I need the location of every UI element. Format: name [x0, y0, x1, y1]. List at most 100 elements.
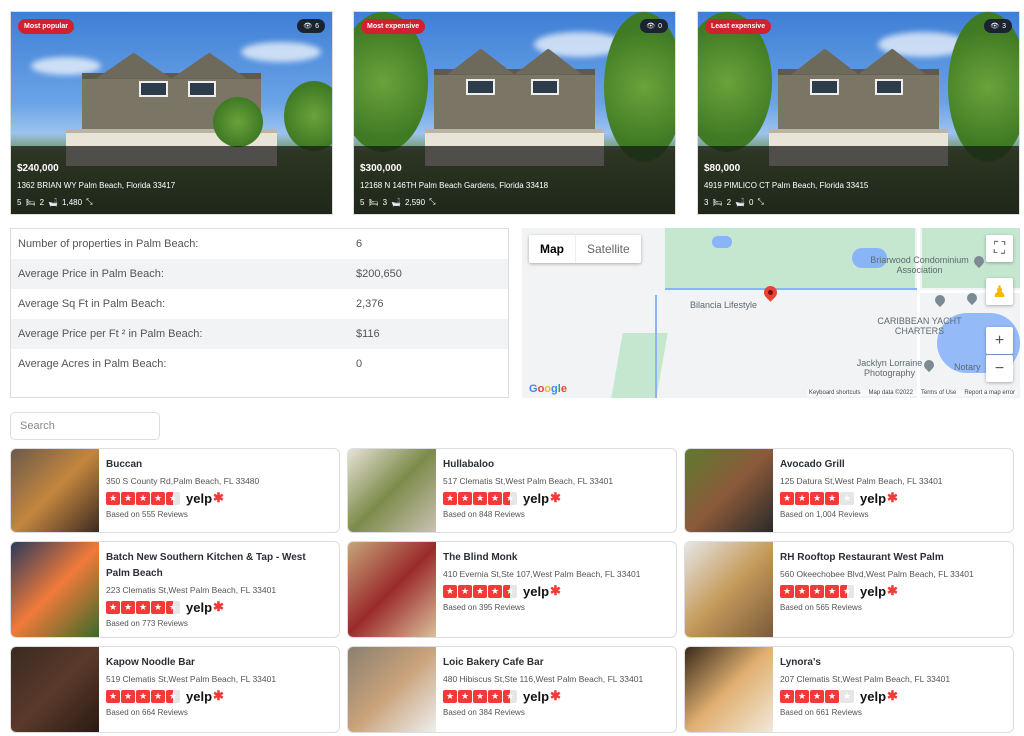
restaurant-name[interactable]: Kapow Noodle Bar	[106, 655, 276, 671]
restaurant-card[interactable]: Kapow Noodle Bar 519 Clematis St,West Pa…	[10, 646, 340, 733]
star-icon: ★	[780, 584, 794, 598]
yelp-logo[interactable]: yelp ✱	[860, 490, 898, 506]
yelp-logo[interactable]: yelp ✱	[523, 688, 561, 704]
bed-icon: 🛏	[712, 197, 723, 207]
area-icon: ⤡	[757, 197, 764, 206]
star-icon: ★	[151, 689, 165, 703]
terms-link[interactable]: Terms of Use	[921, 390, 956, 396]
google-logo: Google	[529, 383, 567, 395]
star-icon: ★	[443, 689, 457, 703]
star-rating: ★ ★ ★ ★ ★	[780, 584, 854, 598]
report-error-link[interactable]: Report a map error	[964, 390, 1015, 396]
restaurant-name[interactable]: Hullabaloo	[443, 457, 613, 473]
map-type-satellite-button[interactable]: Satellite	[575, 235, 641, 263]
restaurant-card[interactable]: The Blind Monk 410 Evernia St,Ste 107,We…	[347, 541, 677, 638]
area-icon: ⤡	[429, 197, 436, 206]
stats-row: Number of properties in Palm Beach: 6	[18, 238, 363, 250]
area-icon: ⤡	[86, 197, 93, 206]
review-count: Based on 384 Reviews	[443, 708, 525, 717]
property-badge: Most expensive	[361, 19, 426, 34]
restaurant-card[interactable]: RH Rooftop Restaurant West Palm 560 Okee…	[684, 541, 1014, 638]
restaurant-address: 560 Okeechobee Blvd,West Palm Beach, FL …	[780, 569, 974, 579]
property-address: 1362 BRIAN WY Palm Beach, Florida 33417	[17, 181, 176, 190]
star-icon: ★	[825, 491, 839, 505]
star-icon: ★	[810, 584, 824, 598]
street-view-button[interactable]: ♟	[986, 278, 1013, 305]
star-icon: ★	[106, 689, 120, 703]
restaurant-card[interactable]: Loic Bakery Cafe Bar 480 Hibiscus St,Ste…	[347, 646, 677, 733]
yelp-logo[interactable]: yelp ✱	[860, 583, 898, 599]
restaurant-card[interactable]: Buccan 350 S County Rd,Palm Beach, FL 33…	[10, 448, 340, 533]
restaurant-name[interactable]: Batch New Southern Kitchen & Tap - West …	[106, 550, 332, 582]
restaurant-card[interactable]: Batch New Southern Kitchen & Tap - West …	[10, 541, 340, 638]
restaurant-photo	[11, 542, 99, 637]
review-count: Based on 664 Reviews	[106, 708, 188, 717]
restaurant-card[interactable]: Hullabaloo 517 Clematis St,West Palm Bea…	[347, 448, 677, 533]
poi-icon[interactable]	[932, 292, 948, 308]
star-icon: ★	[166, 491, 180, 505]
restaurant-card[interactable]: Lynora's 207 Clematis St,West Palm Beach…	[684, 646, 1014, 733]
poi-icon[interactable]	[964, 290, 980, 306]
yelp-logo[interactable]: yelp ✱	[186, 688, 224, 704]
eye-icon: 👁	[646, 23, 656, 30]
yelp-logo[interactable]: yelp ✱	[523, 490, 561, 506]
bath-icon: 🛁	[735, 197, 746, 207]
property-card[interactable]: Most expensive 👁 0 $300,000 12168 N 146TH…	[353, 11, 676, 215]
keyboard-shortcuts-link[interactable]: Keyboard shortcuts	[809, 390, 861, 396]
yelp-burst-icon: ✱	[213, 599, 224, 614]
review-count: Based on 848 Reviews	[443, 510, 525, 519]
star-icon: ★	[840, 491, 854, 505]
restaurant-name[interactable]: The Blind Monk	[443, 550, 641, 566]
restaurant-name[interactable]: Loic Bakery Cafe Bar	[443, 655, 643, 671]
stats-row: Average Sq Ft in Palm Beach: 2,376	[18, 298, 384, 310]
restaurant-photo	[685, 449, 773, 532]
property-card[interactable]: Most popular 👁 6 $240,000 1362 BRIAN WY P…	[10, 11, 333, 215]
map-label: Jacklyn Lorraine Photography	[856, 358, 923, 378]
yelp-logo[interactable]: yelp ✱	[186, 599, 224, 615]
star-icon: ★	[503, 689, 517, 703]
zoom-in-button[interactable]: +	[986, 327, 1013, 354]
yelp-logo[interactable]: yelp ✱	[860, 688, 898, 704]
star-icon: ★	[795, 491, 809, 505]
fullscreen-button[interactable]: ⛶	[986, 235, 1013, 262]
star-icon: ★	[121, 491, 135, 505]
property-card[interactable]: Least expensive 👁 3 $80,000 4919 PIMLICO …	[697, 11, 1020, 215]
restaurant-photo	[11, 647, 99, 732]
restaurant-address: 350 S County Rd,Palm Beach, FL 33480	[106, 476, 260, 486]
view-count: 👁 3	[984, 19, 1012, 33]
restaurant-name[interactable]: RH Rooftop Restaurant West Palm	[780, 550, 974, 566]
star-rating: ★ ★ ★ ★ ★	[443, 491, 517, 505]
map-label: Notary	[954, 362, 981, 372]
star-rating: ★ ★ ★ ★ ★	[106, 600, 180, 614]
restaurant-rating: ★ ★ ★ ★ ★ yelp ✱	[443, 490, 613, 506]
eye-icon: 👁	[990, 23, 1000, 30]
zoom-out-button[interactable]: −	[986, 355, 1013, 382]
stats-table: Number of properties in Palm Beach: 6 Ave…	[10, 228, 509, 398]
star-icon: ★	[151, 491, 165, 505]
restaurant-rating: ★ ★ ★ ★ ★ yelp ✱	[780, 688, 950, 704]
map[interactable]: Map Satellite Bilancia Lifestyle Briarwo…	[522, 228, 1020, 398]
yelp-logo[interactable]: yelp ✱	[186, 490, 224, 506]
star-icon: ★	[795, 584, 809, 598]
star-icon: ★	[136, 689, 150, 703]
bath-icon: 🛁	[48, 197, 59, 207]
star-icon: ★	[136, 491, 150, 505]
star-rating: ★ ★ ★ ★ ★	[106, 689, 180, 703]
restaurant-rating: ★ ★ ★ ★ ★ yelp ✱	[443, 583, 641, 599]
restaurant-name[interactable]: Avocado Grill	[780, 457, 943, 473]
restaurant-rating: ★ ★ ★ ★ ★ yelp ✱	[780, 583, 974, 599]
map-footer: Keyboard shortcuts Map data ©2022 Terms …	[806, 390, 1017, 396]
star-icon: ★	[780, 689, 794, 703]
restaurant-address: 223 Clematis St,West Palm Beach, FL 3340…	[106, 585, 277, 595]
star-icon: ★	[503, 491, 517, 505]
yelp-logo[interactable]: yelp ✱	[523, 583, 561, 599]
yelp-burst-icon: ✱	[213, 490, 224, 505]
yelp-burst-icon: ✱	[550, 688, 561, 703]
stats-row: Average Price per Ft ² in Palm Beach: $11…	[11, 319, 508, 349]
restaurant-name[interactable]: Lynora's	[780, 655, 950, 671]
restaurant-name[interactable]: Buccan	[106, 457, 259, 473]
map-type-map-button[interactable]: Map	[529, 235, 575, 263]
restaurant-card[interactable]: Avocado Grill 125 Datura St,West Palm Be…	[684, 448, 1014, 533]
search-input[interactable]	[10, 412, 160, 440]
star-icon: ★	[443, 491, 457, 505]
